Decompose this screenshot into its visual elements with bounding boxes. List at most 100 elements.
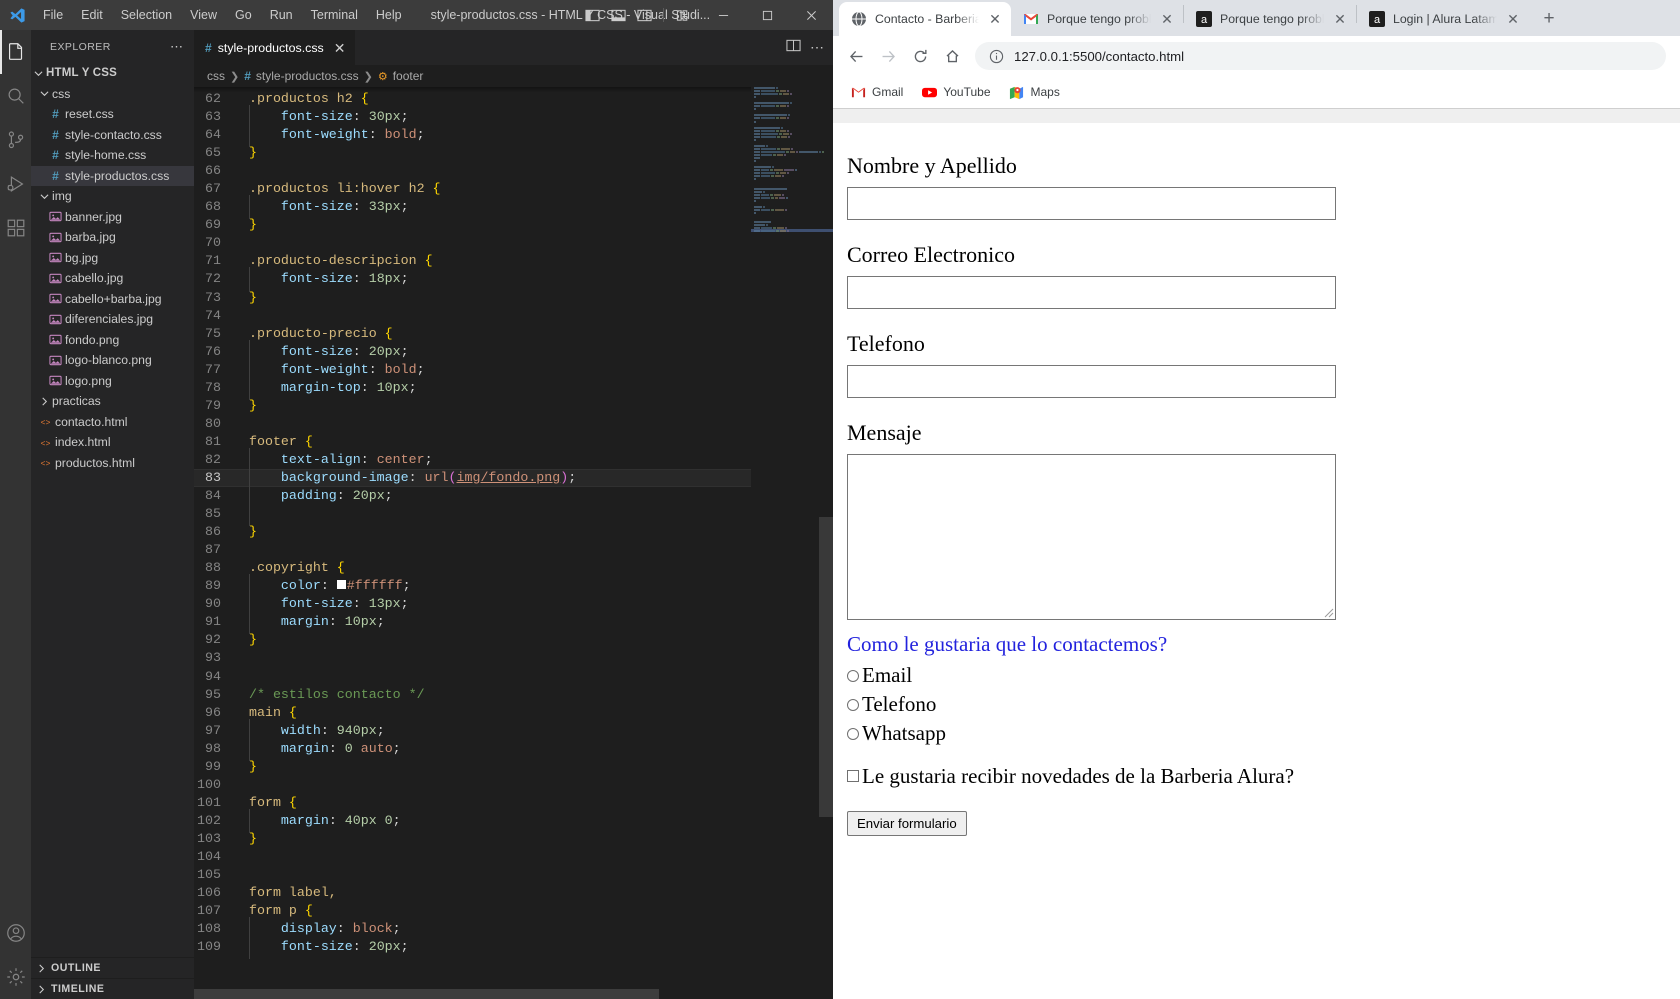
tree-item-cabello-barba-jpg[interactable]: cabello+barba.jpg bbox=[31, 289, 194, 310]
code-line[interactable]: 92} bbox=[194, 631, 751, 649]
newsletter-checkbox-row[interactable]: Le gustaria recibir novedades de la Barb… bbox=[847, 764, 1353, 789]
toggle-secondary-sidebar-icon[interactable] bbox=[632, 4, 656, 26]
maximize-button[interactable] bbox=[745, 0, 789, 30]
line-content[interactable]: main { bbox=[246, 704, 297, 722]
line-content[interactable]: } bbox=[246, 830, 257, 848]
line-content[interactable]: .productos li:hover h2 { bbox=[246, 180, 441, 198]
line-content[interactable]: } bbox=[246, 758, 257, 776]
line-content[interactable]: color: #ffffff; bbox=[246, 574, 411, 599]
code-line[interactable]: 90 font-size: 13px; bbox=[194, 592, 751, 617]
code-line[interactable]: 65} bbox=[194, 144, 751, 162]
radio-option-whatsapp[interactable]: Whatsapp bbox=[847, 720, 1353, 748]
code-line[interactable]: 88 .copyright { bbox=[194, 559, 751, 577]
code-line[interactable]: 85 bbox=[194, 502, 751, 527]
code-line[interactable]: 70 bbox=[194, 234, 751, 252]
line-content[interactable]: background-image: url(img/fondo.png); bbox=[246, 465, 576, 491]
code-line[interactable]: 105 bbox=[194, 866, 751, 884]
tree-item-practicas[interactable]: practicas bbox=[31, 391, 194, 412]
line-content[interactable]: margin: 10px; bbox=[246, 610, 385, 635]
line-content[interactable]: .producto-precio { bbox=[246, 325, 393, 343]
tree-item-productos-html[interactable]: <> productos.html bbox=[31, 453, 194, 474]
radio-icon[interactable] bbox=[847, 669, 859, 682]
line-content[interactable]: .copyright { bbox=[246, 559, 345, 577]
activity-settings-icon[interactable] bbox=[0, 955, 31, 999]
tree-item-logo-png[interactable]: logo.png bbox=[31, 371, 194, 392]
activity-run-debug-icon[interactable] bbox=[0, 162, 31, 206]
code-line[interactable]: 101 form { bbox=[194, 794, 751, 812]
code-line[interactable]: 86} bbox=[194, 523, 751, 541]
line-content[interactable]: form label, bbox=[246, 884, 337, 902]
code-line[interactable]: 103} bbox=[194, 830, 751, 848]
telefono-input[interactable] bbox=[847, 364, 1336, 398]
close-icon[interactable]: ✕ bbox=[334, 41, 346, 55]
code-line[interactable]: 66 bbox=[194, 162, 751, 180]
horizontal-scroll-thumb[interactable] bbox=[194, 989, 659, 999]
line-content[interactable]: font-size: 20px; bbox=[246, 935, 409, 960]
line-content[interactable]: font-weight: bold; bbox=[246, 123, 425, 148]
browser-tab-contacto[interactable]: Contacto - Barberia A ✕ bbox=[839, 2, 1011, 36]
line-content[interactable]: font-weight: bold; bbox=[246, 357, 425, 382]
correo-input[interactable] bbox=[847, 275, 1336, 309]
tree-item-reset-css[interactable]: # reset.css bbox=[31, 104, 194, 125]
new-tab-button[interactable]: + bbox=[1535, 5, 1563, 33]
activity-source-control-icon[interactable] bbox=[0, 118, 31, 162]
tree-item-diferenciales-jpg[interactable]: diferenciales.jpg bbox=[31, 309, 194, 330]
code-line[interactable]: 87 bbox=[194, 541, 751, 559]
explorer-more-icon[interactable]: ⋯ bbox=[170, 39, 184, 55]
radio-icon[interactable] bbox=[847, 698, 859, 711]
line-content[interactable]: } bbox=[246, 631, 257, 649]
tree-item-cabello-jpg[interactable]: cabello.jpg bbox=[31, 268, 194, 289]
minimize-button[interactable] bbox=[701, 0, 745, 30]
line-content[interactable]: /* estilos contacto */ bbox=[246, 686, 425, 704]
line-content[interactable]: footer { bbox=[246, 433, 313, 451]
page-viewport[interactable]: Nombre y Apellido Correo Electronico Tel… bbox=[833, 109, 1680, 999]
line-content[interactable]: .productos h2 { bbox=[246, 90, 369, 108]
code-line[interactable]: 76 font-size: 20px; bbox=[194, 339, 751, 364]
code-line[interactable]: 63 font-size: 30px; bbox=[194, 105, 751, 130]
close-button[interactable] bbox=[789, 0, 833, 30]
code-line[interactable]: 81 footer { bbox=[194, 433, 751, 451]
bookmark-gmail[interactable]: Gmail bbox=[843, 80, 910, 104]
code-line[interactable]: 82 text-align: center; bbox=[194, 447, 751, 473]
vertical-scrollbar[interactable] bbox=[819, 87, 833, 999]
activity-explorer-icon[interactable] bbox=[0, 30, 31, 74]
line-content[interactable]: font-size: 18px; bbox=[246, 267, 409, 292]
code-line[interactable]: 106 form label, bbox=[194, 884, 751, 902]
info-icon[interactable] bbox=[989, 49, 1004, 64]
line-content[interactable]: font-size: 20px; bbox=[246, 339, 409, 364]
vscode-menubar[interactable]: File Edit Selection View Go Run Terminal… bbox=[34, 4, 411, 26]
radio-icon[interactable] bbox=[847, 727, 859, 740]
activity-accounts-icon[interactable] bbox=[0, 911, 31, 955]
code-line[interactable]: 93 bbox=[194, 649, 751, 667]
nombre-input[interactable] bbox=[847, 186, 1336, 220]
editor-tab-style-productos[interactable]: # style-productos.css ✕ bbox=[194, 30, 357, 65]
code-line[interactable]: 74 bbox=[194, 307, 751, 325]
tree-item-fondo-png[interactable]: fondo.png bbox=[31, 330, 194, 351]
code-line[interactable]: 69} bbox=[194, 216, 751, 234]
line-content[interactable]: } bbox=[246, 523, 257, 541]
back-icon[interactable] bbox=[841, 41, 871, 71]
editor-more-icon[interactable]: ⋯ bbox=[810, 39, 825, 56]
code-line[interactable]: 73} bbox=[194, 289, 751, 307]
bookmark-youtube[interactable]: YouTube bbox=[914, 80, 997, 104]
line-content[interactable]: form p { bbox=[246, 902, 313, 920]
line-content[interactable] bbox=[246, 502, 281, 527]
code-line[interactable]: 102 margin: 40px 0; bbox=[194, 808, 751, 833]
code-line[interactable]: 108 display: block; bbox=[194, 917, 751, 942]
mensaje-textarea[interactable] bbox=[847, 453, 1336, 620]
checkbox-icon[interactable] bbox=[847, 770, 859, 783]
code-line[interactable]: 68 font-size: 33px; bbox=[194, 195, 751, 220]
code-line[interactable]: 75 .producto-precio { bbox=[194, 325, 751, 343]
code-line[interactable]: 89 color: #ffffff; bbox=[194, 574, 751, 599]
line-content[interactable]: display: block; bbox=[246, 917, 401, 942]
close-icon[interactable]: ✕ bbox=[987, 11, 1003, 27]
code-line[interactable]: 104 bbox=[194, 848, 751, 866]
tree-item-css[interactable]: css bbox=[31, 84, 194, 105]
code-line[interactable]: 109 font-size: 20px; bbox=[194, 935, 751, 960]
code-line[interactable]: 97 width: 940px; bbox=[194, 718, 751, 743]
tree-item-banner-jpg[interactable]: banner.jpg bbox=[31, 207, 194, 228]
radio-option-telefono[interactable]: Telefono bbox=[847, 691, 1353, 719]
tree-item-bg-jpg[interactable]: bg.jpg bbox=[31, 248, 194, 269]
code-scroll-area[interactable]: 62 .productos h2 {63 font-size: 30px; 64 f… bbox=[194, 87, 751, 999]
line-content[interactable]: .producto-descripcion { bbox=[246, 252, 433, 270]
